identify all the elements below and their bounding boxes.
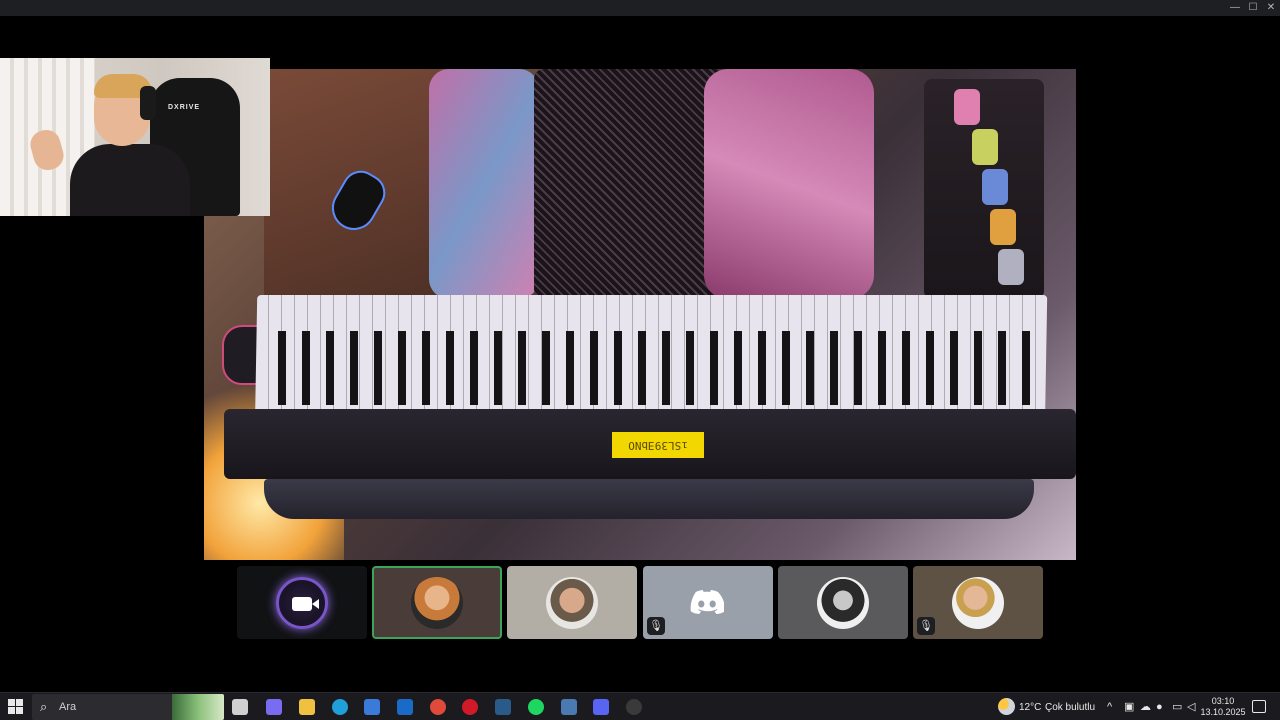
- energy-drink-shelf: [924, 79, 1044, 299]
- network-icon[interactable]: ▭: [1172, 700, 1182, 714]
- participant-tile-self[interactable]: [237, 566, 367, 639]
- app-launcher-icon[interactable]: [561, 699, 577, 715]
- title-bar: — ☐ ✕: [0, 0, 1280, 16]
- participant-tile[interactable]: 🎙: [913, 566, 1043, 639]
- weather-icon[interactable]: [998, 698, 1015, 715]
- drink-can: [982, 169, 1008, 205]
- taskbar-clock[interactable]: 03:10 13.10.2025: [1200, 696, 1246, 718]
- search-input[interactable]: Ara: [59, 701, 76, 713]
- streamer-body: [70, 144, 190, 216]
- chair-brand-logo: DXRIVE: [168, 104, 201, 111]
- muted-mic-icon: 🎙: [917, 617, 935, 635]
- tray-app-icon[interactable]: ▣: [1124, 700, 1134, 714]
- camera-avatar: [276, 576, 328, 629]
- avatar: [817, 576, 869, 629]
- search-icon: ⌕: [40, 699, 48, 714]
- microsoft-store-icon[interactable]: [364, 699, 380, 715]
- keyboard-stand: [264, 479, 1034, 519]
- onedrive-cloud-icon[interactable]: ☁: [1140, 700, 1151, 714]
- notification-icon[interactable]: [1252, 700, 1266, 713]
- participant-tile[interactable]: 🎙: [643, 566, 773, 639]
- copilot-icon[interactable]: [266, 699, 282, 715]
- headset: [140, 86, 156, 120]
- participant-tile[interactable]: [507, 566, 637, 639]
- opera-icon[interactable]: [462, 699, 478, 715]
- clock-time: 03:10: [1211, 696, 1235, 706]
- volume-icon[interactable]: ◁: [1187, 700, 1195, 714]
- video-camera-icon: [292, 596, 319, 611]
- steam-icon[interactable]: [495, 699, 511, 715]
- piano-display: ıSL39ƎbNO: [612, 432, 704, 458]
- drink-can: [954, 89, 980, 125]
- avatar: [952, 576, 1004, 629]
- participant-tile-speaking[interactable]: [372, 566, 502, 639]
- file-explorer-icon[interactable]: [299, 699, 315, 715]
- task-view-icon[interactable]: [232, 699, 248, 715]
- streamer-webcam: DXRIVE: [0, 58, 270, 216]
- edge-icon[interactable]: [332, 699, 348, 715]
- blanket-right: [704, 69, 874, 299]
- piano-black-keys: [264, 331, 1044, 405]
- weather-temperature[interactable]: 12°C: [1019, 702, 1041, 713]
- blanket-left: [429, 69, 539, 299]
- discord-call-window: — ☐ ✕ ıSL39ƎbNO DXRIVE 🎙 🎙 ⌕ Ara 12°C Ço…: [0, 0, 1280, 720]
- drink-can: [990, 209, 1016, 245]
- chrome-icon[interactable]: [430, 699, 446, 715]
- spotify-icon[interactable]: [528, 699, 544, 715]
- close-button[interactable]: ✕: [1260, 0, 1280, 16]
- windows-start-icon[interactable]: [8, 699, 24, 715]
- person-legs: [534, 69, 724, 299]
- tray-overflow-chevron-icon[interactable]: ^: [1107, 700, 1112, 714]
- search-highlight-image: [172, 694, 224, 720]
- avatar: [546, 576, 598, 629]
- microphone-icon[interactable]: ●: [1156, 700, 1163, 714]
- taskbar-search[interactable]: ⌕ Ara: [32, 694, 224, 720]
- avatar: [411, 576, 463, 629]
- muted-mic-icon: 🎙: [647, 617, 665, 635]
- main-video-stream[interactable]: ıSL39ƎbNO: [204, 69, 1076, 560]
- drink-can: [998, 249, 1024, 285]
- weather-description[interactable]: Çok bulutlu: [1045, 702, 1095, 713]
- outlook-icon[interactable]: [397, 699, 413, 715]
- participant-tile[interactable]: [778, 566, 908, 639]
- obs-icon[interactable]: [626, 699, 642, 715]
- windows-taskbar: ⌕ Ara 12°C Çok bulutlu ^ ▣ ☁ ● ▭ ◁ 03:10…: [0, 692, 1280, 720]
- drink-can: [972, 129, 998, 165]
- clock-date: 13.10.2025: [1200, 707, 1246, 717]
- discord-icon[interactable]: [591, 694, 611, 720]
- discord-default-avatar-icon: [690, 590, 724, 614]
